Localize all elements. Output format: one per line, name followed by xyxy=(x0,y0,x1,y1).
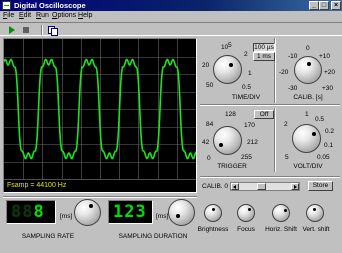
tick-label: 1 xyxy=(248,70,252,77)
tick-label: 255 xyxy=(241,154,252,161)
tick-label: 1 xyxy=(305,111,309,118)
divider xyxy=(200,176,340,178)
scope-screen: Fsamp = 44100 Hz xyxy=(3,38,197,193)
app-icon xyxy=(2,1,11,10)
trigger-label: TRIGGER xyxy=(217,163,247,170)
tick-label: -20 xyxy=(279,69,289,76)
tick-label: 0.5 xyxy=(242,84,252,91)
tick-label: -30 xyxy=(288,85,298,92)
scope-plot xyxy=(4,39,196,180)
horiz-shift-label: Horiz. Shift xyxy=(265,226,297,233)
title-bar: Digital Oscilloscope _ □ × xyxy=(0,0,342,11)
calib-label: CALIB. [s] xyxy=(293,94,323,101)
tick-label: 2 xyxy=(244,51,248,58)
tick-label: 5 xyxy=(285,154,289,161)
sampling-duration-display: 123 xyxy=(108,200,153,224)
tick-label: 2 xyxy=(284,121,288,128)
sampling-duration-knob[interactable] xyxy=(168,199,195,226)
time-div-knob[interactable] xyxy=(213,55,242,84)
vert-shift-knob[interactable] xyxy=(306,204,324,222)
volt-div-knob[interactable] xyxy=(292,124,321,153)
copy-icon[interactable] xyxy=(47,25,58,36)
toolbar xyxy=(0,22,342,36)
sampling-rate-knob[interactable] xyxy=(74,199,101,226)
window-title: Digital Oscilloscope xyxy=(14,1,86,10)
tick-label: 0.05 xyxy=(317,154,330,161)
menu-edit[interactable]: Edit xyxy=(19,12,31,19)
stop-icon[interactable] xyxy=(21,25,31,35)
tick-label: 84 xyxy=(206,121,214,128)
divider xyxy=(200,104,340,106)
tick-label: 0 xyxy=(306,45,310,52)
sampling-rate-unit: [ms] xyxy=(60,213,73,220)
scroll-left-icon[interactable] xyxy=(231,183,239,190)
menu-bar: File Edit Run Options Help xyxy=(0,11,342,22)
tick-label: 170 xyxy=(244,122,255,129)
divider xyxy=(3,196,197,198)
time-div-label: TIME/DIV xyxy=(231,94,261,101)
horiz-shift-knob[interactable] xyxy=(272,204,290,222)
maximize-button[interactable]: □ xyxy=(319,1,329,10)
tick-label: 50 xyxy=(206,82,214,89)
sampling-duration-unit: [ms] xyxy=(156,213,169,220)
tick-label: 0.5 xyxy=(315,116,325,123)
focus-label: Focus xyxy=(237,226,255,233)
tick-label: 128 xyxy=(225,111,236,118)
tick-label: 42 xyxy=(202,139,210,146)
play-icon[interactable] xyxy=(7,25,17,35)
volt-div-label: VOLT/DIV xyxy=(293,163,323,170)
menu-options[interactable]: Options xyxy=(52,12,76,19)
brightness-label: Brightness xyxy=(197,226,229,233)
scroll-right-icon[interactable] xyxy=(291,183,299,190)
sampling-rate-label: SAMPLING RATE xyxy=(21,233,75,240)
brightness-knob[interactable] xyxy=(204,204,222,222)
store-button[interactable]: Store xyxy=(308,181,333,191)
calib-knob[interactable] xyxy=(294,56,322,84)
tick-label: 0.2 xyxy=(325,128,335,135)
tick-label: 0.1 xyxy=(324,142,334,149)
calib-slider[interactable] xyxy=(230,182,300,191)
tick-label: +30 xyxy=(322,85,334,92)
tick-label: +20 xyxy=(324,69,336,76)
menu-help[interactable]: Help xyxy=(78,12,92,19)
unit-1ms-button[interactable]: 1 ms xyxy=(253,52,275,61)
vert-shift-label: Vert. shift xyxy=(302,226,330,233)
tick-label: 20 xyxy=(202,62,210,69)
trigger-off-button[interactable]: Off xyxy=(254,110,274,119)
tick-label: 212 xyxy=(247,139,258,146)
menu-file[interactable]: File xyxy=(3,12,14,19)
menu-run[interactable]: Run xyxy=(36,12,49,19)
focus-knob[interactable] xyxy=(237,204,255,222)
sampling-duration-label: SAMPLING DURATION xyxy=(118,233,188,240)
tick-label: 5 xyxy=(228,42,232,49)
toolbar-separator xyxy=(41,25,43,35)
fsamp-label: Fsamp = 44100 Hz xyxy=(7,182,67,189)
minimize-button[interactable]: _ xyxy=(309,1,319,10)
tick-label: 0 xyxy=(207,155,211,162)
trigger-knob[interactable] xyxy=(213,126,242,155)
tick-label: -10 xyxy=(288,53,298,60)
unit-100us-button[interactable]: 100 µs xyxy=(253,43,275,52)
tick-label: +10 xyxy=(319,53,331,60)
sampling-rate-display: 888 xyxy=(6,200,56,224)
slider-thumb[interactable] xyxy=(257,183,266,190)
close-button[interactable]: × xyxy=(331,1,341,10)
divider xyxy=(274,108,276,172)
